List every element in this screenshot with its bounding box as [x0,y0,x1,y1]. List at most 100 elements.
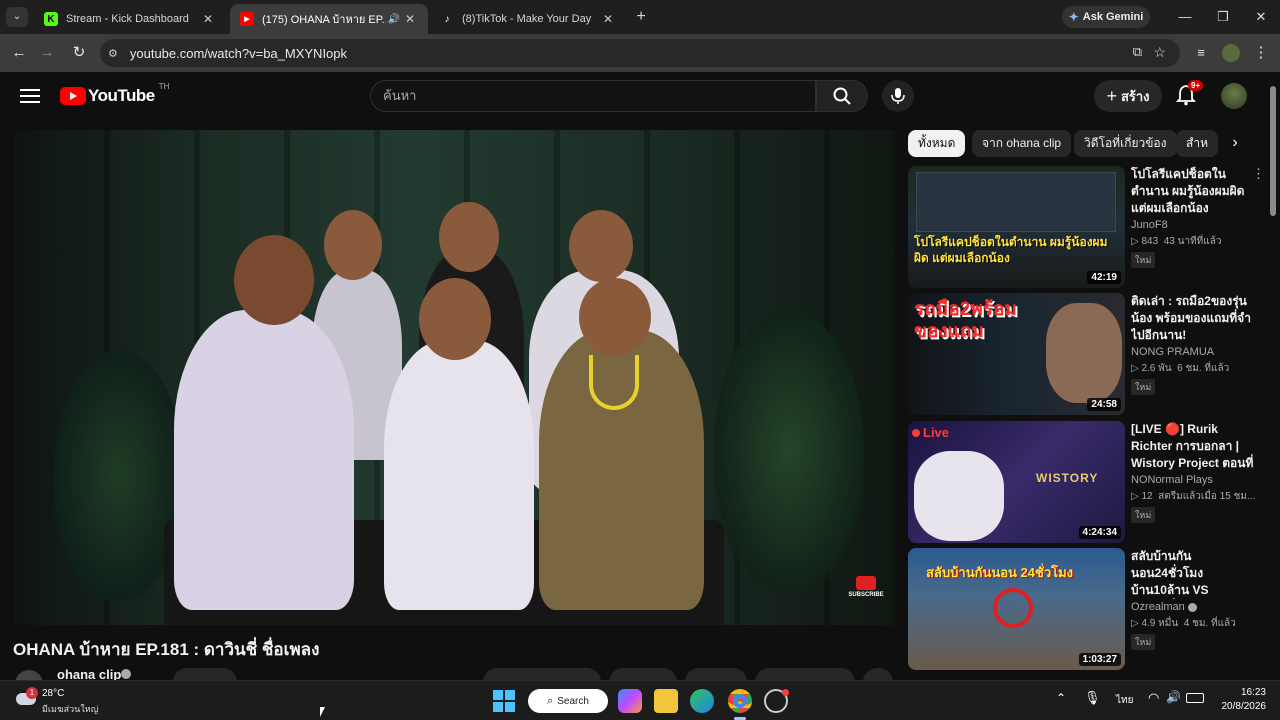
edge-browser-icon[interactable] [690,689,714,713]
youtube-logo-text: YouTube [88,86,155,105]
create-button[interactable]: + สร้าง [1094,80,1162,112]
microphone-tray-icon[interactable]: 🎙 [1084,690,1101,706]
close-tab-icon[interactable]: ✕ [600,12,616,26]
account-avatar[interactable] [1221,83,1247,109]
chips-next-arrow-icon[interactable]: › [1224,132,1246,154]
video-player[interactable]: SUBSCRIBE [14,130,895,625]
live-badge: Live [912,425,949,440]
profile-avatar[interactable] [1222,44,1240,62]
speaker-icon[interactable]: 🔊 [386,14,402,25]
copilot-icon[interactable] [618,689,642,713]
view-count: 2.6 พัน [1141,363,1172,374]
battery-icon[interactable] [1186,693,1204,703]
video-thumbnail[interactable]: Live WISTORY 4:24:34 [908,421,1125,543]
file-explorer-icon[interactable] [654,689,678,713]
page-scrollbar[interactable] [1268,76,1278,680]
search-input[interactable]: ค้นหา [370,80,816,112]
notifications-button[interactable]: 9+ [1175,80,1204,108]
recommendation-meta: ▷ 4.9 หมื่น 4 ชม. ที่แล้ว [1131,618,1236,629]
recommendation-channel[interactable]: Ozrealman [1131,601,1259,613]
recommendation-meta: ▷ 843 43 นาทีที่แล้ว [1131,236,1222,247]
weather-widget[interactable]: 1 28°C มีเมฆส่วนใหญ่ [14,685,124,717]
new-badge: ใหม่ [1131,252,1156,268]
clock[interactable]: 16:23 20/8/2026 [1212,686,1267,714]
close-tab-icon[interactable]: ✕ [200,12,216,26]
back-arrow-icon[interactable]: ← [8,42,30,64]
channel-name[interactable]: Ozrealman [1131,601,1185,613]
browser-tab-youtube[interactable]: ▶ (175) OHANA บ้าหาย EP.181 🔊 ✕ [230,4,428,34]
chip-from-channel[interactable]: จาก ohana clip [972,130,1072,157]
search-button[interactable] [816,80,868,112]
input-language[interactable]: ไทย [1116,693,1133,708]
view-count: 843 [1141,236,1159,247]
notification-count-badge: 9+ [1188,80,1204,91]
microphone-icon [891,88,905,104]
tab-title: Stream - Kick Dashboard [66,13,189,25]
new-badge: ใหม่ [1131,507,1156,523]
browser-tab-tiktok[interactable]: ♪ (8)TikTok - Make Your Day ✕ [430,4,626,34]
taskbar-search[interactable]: ⌕ Search [528,689,608,713]
install-app-icon[interactable]: ⧉ [1133,44,1142,60]
voice-search-button[interactable] [882,80,914,112]
windows-taskbar: 1 28°C มีเมฆส่วนใหญ่ ⌕ Search ⌃ 🎙 ไทย ◠ … [0,680,1280,720]
minimize-window-icon[interactable]: — [1170,6,1200,28]
thumbnail-caption: รถมือ2พร้อม ของแถม [914,299,1017,342]
live-label: Live [923,425,950,440]
chip-for-you[interactable]: สำห [1176,130,1218,157]
scrollbar-thumb[interactable] [1270,86,1276,216]
live-dot-icon [912,428,920,437]
video-thumbnail[interactable]: รถมือ2พร้อม ของแถม 24:58 [908,293,1125,415]
windows-start-icon[interactable] [492,689,516,713]
address-bar[interactable]: ⚙ youtube.com/watch?v=ba_MXYNIopk ⧉ ☆ [100,39,1180,67]
mouse-cursor-icon [320,707,325,717]
wifi-icon[interactable]: ◠ [1148,690,1159,706]
recommendation-item[interactable]: โปโลรีแคปช็อตในตำนาน ผมรู้น้องผมผิด แต่ผ… [908,166,1265,288]
recommendation-title[interactable]: ติดเล่า : รถมือ2ของรุ่นน้อง พร้อมของแถมท… [1131,293,1259,344]
site-info-icon[interactable]: ⚙ [108,47,118,60]
new-badge: ใหม่ [1131,379,1156,395]
thumbnail-caption: โปโลรีแคปช็อตในตำนาน ผมรู้น้องผมผิด แต่ผ… [914,235,1108,265]
plant-right [714,310,864,590]
upload-age: 4 ชม. ที่แล้ว [1183,618,1236,629]
ask-gemini-button[interactable]: ✦ Ask Gemini [1062,6,1150,28]
video-thumbnail[interactable]: โปโลรีแคปช็อตในตำนาน ผมรู้น้องผมผิด แต่ผ… [908,166,1125,288]
browser-tab-kick[interactable]: K Stream - Kick Dashboard ✕ [34,4,226,34]
clock-time: 16:23 [1240,687,1266,698]
hamburger-menu-icon[interactable] [20,86,40,106]
recommendation-item[interactable]: สลับบ้านกันนอน 24ชั่วโมง 1:03:27 สลับบ้า… [908,548,1263,670]
more-options-icon[interactable]: ⋮ [1252,166,1265,182]
upload-age: 6 ชม. ที่แล้ว [1177,363,1230,374]
chip-related[interactable]: วิดีโอที่เกี่ยวข้อง [1074,130,1177,157]
browser-menu-icon[interactable]: ⋮ [1250,42,1272,64]
chrome-browser-icon[interactable] [728,689,752,713]
subscribe-watermark[interactable]: SUBSCRIBE [846,576,886,606]
tab-search-button[interactable]: ⌄ [6,7,28,27]
video-duration: 42:19 [1087,271,1121,284]
plus-icon: + [1106,85,1117,106]
youtube-logo[interactable]: YouTube TH [60,82,169,106]
recommendation-item[interactable]: รถมือ2พร้อม ของแถม 24:58 ติดเล่า : รถมือ… [908,293,1263,415]
chip-all[interactable]: ทั้งหมด [908,130,966,157]
forward-arrow-icon[interactable]: → [36,42,58,64]
video-duration: 24:58 [1087,398,1121,411]
bookmark-star-icon[interactable]: ☆ [1153,44,1166,61]
close-window-icon[interactable]: ✕ [1246,6,1276,28]
restore-window-icon[interactable]: ❐ [1208,6,1238,28]
recommendation-channel[interactable]: JunoF8 [1131,219,1259,231]
reload-icon[interactable]: ↻ [68,42,90,64]
show-hidden-icons-icon[interactable]: ⌃ [1056,691,1066,705]
recommendation-item[interactable]: Live WISTORY 4:24:34 [LIVE 🔴] Rurik Rich… [908,421,1263,543]
video-thumbnail[interactable]: สลับบ้านกันนอน 24ชั่วโมง 1:03:27 [908,548,1125,670]
recommendation-channel[interactable]: NONormal Plays [1131,474,1259,486]
recommendation-title[interactable]: โปโลรีแคปช็อตในตำนาน ผมรู้น้องผมผิด แต่ผ… [1131,166,1259,217]
recommendation-title[interactable]: สลับบ้านกันนอน24ชั่วโมง บ้าน10ล้าน VS บ้… [1131,548,1259,599]
weather-alert-badge: 1 [26,687,38,699]
recommendation-channel[interactable]: NONG PRAMUA [1131,346,1259,358]
close-tab-icon[interactable]: ✕ [402,12,418,26]
media-controls-icon[interactable]: ≡ [1190,42,1212,64]
youtube-favicon-icon: ▶ [240,12,254,26]
volume-icon[interactable]: 🔊 [1166,690,1181,704]
new-tab-button[interactable]: + [632,7,650,27]
recommendation-title[interactable]: [LIVE 🔴] Rurik Richter การบอกลา | Wistor… [1131,421,1259,472]
upload-age: 43 นาทีที่แล้ว [1163,236,1222,247]
